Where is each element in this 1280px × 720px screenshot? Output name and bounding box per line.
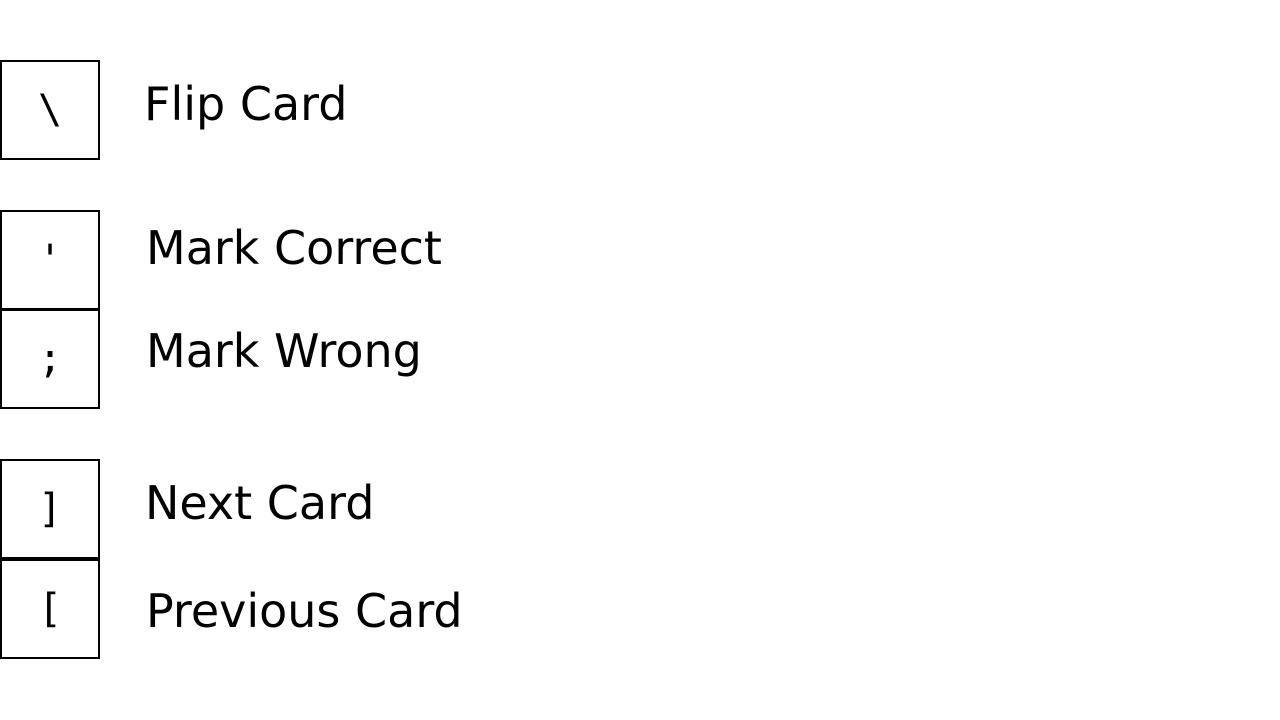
mark-correct-label: Mark Correct	[146, 221, 442, 275]
shortcut-row-previous-card: [ Previous Card	[0, 559, 700, 659]
shortcut-row-mark-wrong: ; Mark Wrong	[0, 309, 700, 409]
next-card-key[interactable]: ]	[0, 459, 100, 559]
mark-wrong-key[interactable]: ;	[0, 309, 100, 409]
previous-card-key[interactable]: [	[0, 559, 100, 659]
flip-card-label: Flip Card	[144, 77, 348, 131]
shortcut-row-mark-correct: ' Mark Correct	[0, 210, 700, 310]
mark-correct-key[interactable]: '	[0, 210, 100, 310]
flip-card-key[interactable]: \	[0, 60, 100, 160]
shortcut-row-flip-card: \ Flip Card	[0, 60, 700, 160]
mark-wrong-label: Mark Wrong	[146, 324, 422, 378]
next-card-label: Next Card	[145, 476, 375, 530]
shortcut-row-next-card: ] Next Card	[0, 459, 700, 559]
previous-card-label: Previous Card	[146, 584, 463, 638]
